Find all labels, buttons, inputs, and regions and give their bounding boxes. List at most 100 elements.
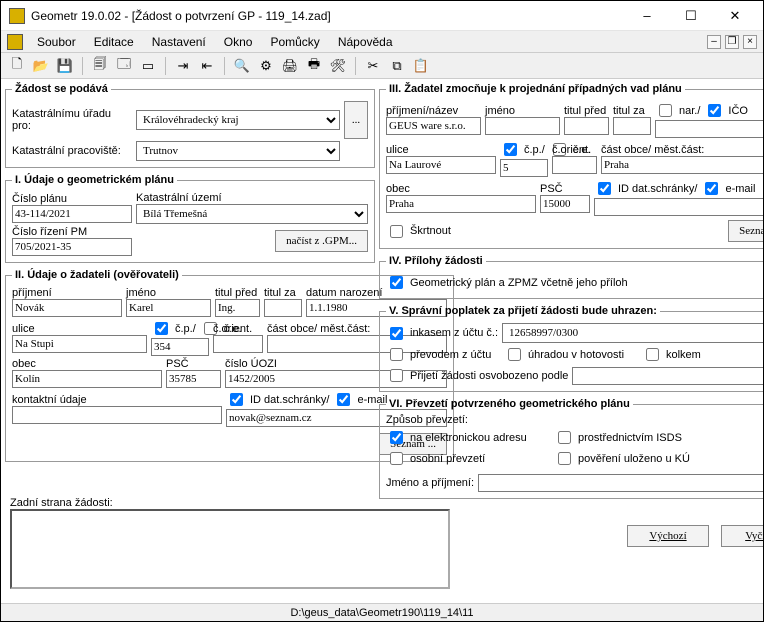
tool-print2-icon[interactable]: 🖶: [304, 56, 324, 76]
jmeno-prijmeni-input[interactable]: [478, 474, 763, 492]
r-obec-input[interactable]: [386, 195, 536, 213]
email-check[interactable]: [337, 393, 350, 406]
tool-print-setup-icon[interactable]: ⚙: [256, 56, 276, 76]
titul-za-input[interactable]: [264, 299, 302, 317]
povereni-check[interactable]: [558, 452, 571, 465]
tool-window-icon[interactable]: 🗔: [114, 56, 134, 76]
r-jmeno-input[interactable]: [485, 117, 560, 135]
skrtnout-label: Škrtnout: [410, 225, 451, 237]
inkaso-select[interactable]: 12658997/0300: [502, 323, 763, 343]
sec6-title: VI. Převzetí potvrzeného geometrického p…: [386, 398, 633, 410]
r-email-label: e-mail: [725, 183, 755, 195]
tool-copy-icon[interactable]: 🗐: [90, 56, 110, 76]
nacist-gpm-button[interactable]: načíst z .GPM...: [275, 230, 368, 252]
elektro-check[interactable]: [390, 431, 403, 444]
mdi-restore[interactable]: ❐: [725, 35, 739, 49]
group-sec3: III. Žadatel zmocňuje k projednání přípa…: [379, 83, 763, 249]
isds-check[interactable]: [558, 431, 571, 444]
cislo-planu-label: Číslo plánu: [12, 193, 132, 205]
kat-prac-select[interactable]: Trutnov: [136, 141, 340, 161]
menu-editace[interactable]: Editace: [86, 33, 142, 51]
kolkem-check[interactable]: [646, 348, 659, 361]
r-corient-input[interactable]: [552, 156, 597, 174]
window-title: Geometr 19.0.02 - [Žádost o potvrzení GP…: [31, 9, 627, 23]
group-sec6: VI. Převzetí potvrzeného geometrického p…: [379, 398, 763, 499]
cp-input[interactable]: [151, 338, 209, 356]
r-ds-check[interactable]: [598, 182, 611, 195]
titul-pred-input[interactable]: [215, 299, 260, 317]
isds-label: prostřednictvím ISDS: [578, 432, 682, 444]
zadni-textarea[interactable]: [10, 509, 450, 589]
kat-urad-select[interactable]: Královéhradecký kraj: [136, 110, 340, 130]
sec5-title: V. Správní poplatek za přijetí žádosti b…: [386, 305, 660, 317]
mdi-close[interactable]: ×: [743, 35, 757, 49]
kat-urad-label: Katastrálnímu úřadu pro:: [12, 108, 132, 132]
tool-print-icon[interactable]: 🖨: [280, 56, 300, 76]
kat-uzemi-select[interactable]: Bílá Třemešná: [136, 204, 368, 224]
osobni-check[interactable]: [390, 452, 403, 465]
minimize-button[interactable]: –: [627, 5, 667, 27]
maximize-button[interactable]: ☐: [671, 5, 711, 27]
r-ulice-input[interactable]: [386, 156, 496, 174]
kolkem-label: kolkem: [666, 349, 701, 361]
seznam-right-button[interactable]: Seznam ...: [728, 220, 763, 242]
menu-napoveda[interactable]: Nápověda: [330, 33, 401, 51]
ico-check[interactable]: [708, 104, 721, 117]
r-tz-input[interactable]: [613, 117, 651, 135]
ico-input[interactable]: [655, 120, 763, 138]
prevod-check[interactable]: [390, 348, 403, 361]
r-psc-label: PSČ: [540, 183, 590, 195]
obec-input[interactable]: [12, 370, 162, 388]
tool-settings-icon[interactable]: 🛠: [328, 56, 348, 76]
r-ds-input[interactable]: [594, 198, 763, 216]
cp-label: č.p./: [175, 323, 196, 335]
hotovost-check[interactable]: [508, 348, 521, 361]
jmeno-input[interactable]: [126, 299, 211, 317]
osvob-check[interactable]: [390, 369, 403, 382]
priloha-check[interactable]: [390, 276, 403, 289]
obec-label: obec: [12, 358, 162, 370]
psc-input[interactable]: [166, 370, 221, 388]
dat-schranky-check[interactable]: [230, 393, 243, 406]
cislo-rizeni-input[interactable]: [12, 238, 132, 256]
menu-okno[interactable]: Okno: [216, 33, 261, 51]
tool-export-icon[interactable]: ⇤: [197, 56, 217, 76]
tool-copy2-icon[interactable]: ⧉: [387, 56, 407, 76]
r-email-check[interactable]: [705, 182, 718, 195]
vycistit-button[interactable]: Vyčistit: [721, 525, 763, 547]
close-button[interactable]: ✕: [715, 5, 755, 27]
tool-save-icon[interactable]: 💾: [55, 56, 75, 76]
tool-paste-icon[interactable]: 📋: [411, 56, 431, 76]
r-prijmeni-input[interactable]: [386, 117, 481, 135]
vychozi-button[interactable]: Výchozí: [627, 525, 709, 547]
ulice-input[interactable]: [12, 335, 147, 353]
tool-preview-icon[interactable]: 🔍: [232, 56, 252, 76]
r-tp-input[interactable]: [564, 117, 609, 135]
prijmeni-input[interactable]: [12, 299, 122, 317]
r-cast-input[interactable]: [601, 156, 763, 174]
tool-cut-icon[interactable]: ✂: [363, 56, 383, 76]
cislo-planu-input[interactable]: [12, 205, 132, 223]
kontakt-input[interactable]: [12, 406, 222, 424]
cp-check[interactable]: [155, 322, 168, 335]
menu-pomucky[interactable]: Pomůcky: [262, 33, 327, 51]
skrtnout-check[interactable]: [390, 225, 403, 238]
kontakt-label: kontaktní údaje: [12, 394, 222, 406]
tool-new-icon[interactable]: 🗋: [7, 56, 27, 76]
browse-button[interactable]: ...: [344, 101, 368, 139]
r-cp-check[interactable]: [504, 143, 517, 156]
menu-soubor[interactable]: Soubor: [29, 33, 84, 51]
sec1-title: I. Údaje o geometrickém plánu: [12, 174, 177, 186]
menu-nastaveni[interactable]: Nastavení: [144, 33, 214, 51]
tool-open-icon[interactable]: 📂: [31, 56, 51, 76]
mdi-minimize[interactable]: –: [707, 35, 721, 49]
priloha-label: Geometrický plán a ZPMZ včetně jeho příl…: [410, 277, 628, 289]
osvob-input[interactable]: [572, 367, 763, 385]
tool-import-icon[interactable]: ⇥: [173, 56, 193, 76]
r-cp-input[interactable]: [500, 159, 548, 177]
r-psc-input[interactable]: [540, 195, 590, 213]
tool-card-icon[interactable]: ▭: [138, 56, 158, 76]
nar-check[interactable]: [659, 104, 672, 117]
inkaso-check[interactable]: [390, 327, 403, 340]
corient-input[interactable]: [213, 335, 263, 353]
